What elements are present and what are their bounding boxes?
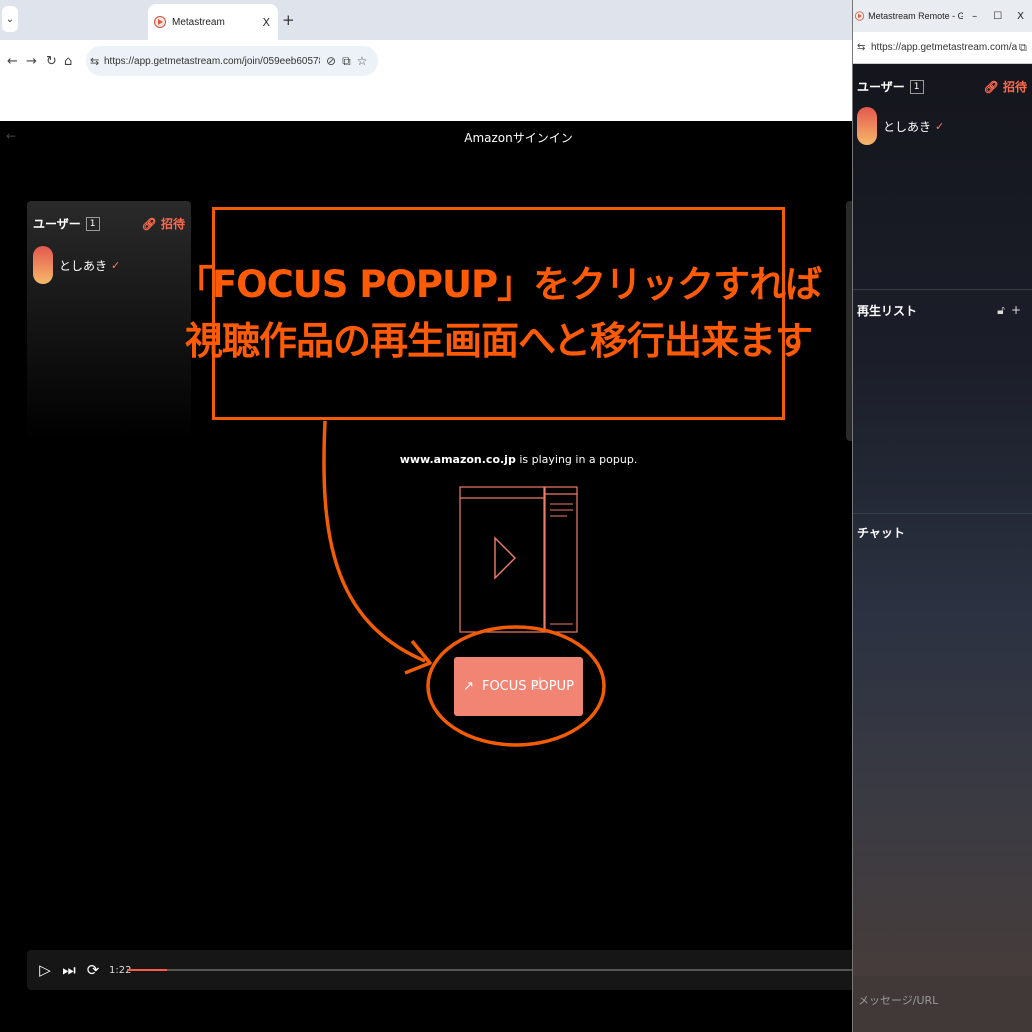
metastream-logo-icon: [154, 16, 166, 28]
chat-input[interactable]: メッセージ/URL: [853, 976, 1032, 1032]
remote-url-text: https://app.getmetastream.com/assets/...: [871, 42, 1017, 53]
skip-next-icon[interactable]: ⏭: [57, 961, 81, 979]
link-icon: 🔗︎: [983, 80, 999, 94]
page-content: ← Amazonサインイン ユーザー 1 🔗︎ 招待 としあき ✓ 「FOCUS…: [0, 121, 852, 1032]
remote-users-section: ユーザー 1 🔗︎ 招待 としあき ✓: [853, 64, 1032, 290]
remote-user-name: としあき: [883, 119, 932, 134]
site-info-icon[interactable]: ⇆: [90, 55, 104, 68]
remote-users-heading: ユーザー: [857, 80, 905, 94]
site-info-icon[interactable]: ⇆: [857, 42, 871, 53]
back-arrow-icon[interactable]: ←: [7, 54, 18, 69]
minimize-button[interactable]: –: [963, 11, 986, 22]
browser-toolbar: ← → ↻ ⌂ ⇆ https://app.getmetastream.com/…: [0, 40, 852, 121]
no-tracking-icon[interactable]: ⊘: [326, 54, 336, 68]
bookmark-star-icon[interactable]: ☆: [357, 54, 368, 68]
chevron-down-icon[interactable]: ⌄: [2, 6, 18, 32]
player-controls: ▷ ⏭ ⟳ 1:22: [27, 950, 852, 990]
playlist-heading: 再生リスト: [857, 304, 918, 318]
avatar: [857, 107, 877, 145]
tab-title: Metastream: [172, 16, 225, 28]
reload-icon[interactable]: ↻: [46, 54, 57, 69]
chat-placeholder: メッセージ/URL: [858, 994, 939, 1007]
tab-metastream[interactable]: Metastream X: [148, 4, 278, 40]
url-text: https://app.getmetastream.com/join/059ee…: [104, 55, 320, 67]
chat-heading: チャット: [857, 526, 905, 540]
tab-close-button[interactable]: X: [262, 16, 270, 29]
remote-titlebar: Metastream Remote - Google... – ☐ X: [853, 0, 1032, 32]
maximize-button[interactable]: ☐: [986, 11, 1009, 22]
lock-icon[interactable]: 🔓︎: [997, 303, 1011, 317]
open-external-icon[interactable]: ⧉: [342, 54, 351, 69]
remote-user-count-badge: 1: [909, 79, 924, 94]
address-bar[interactable]: ⇆ https://app.getmetastream.com/join/059…: [86, 46, 378, 76]
open-external-icon[interactable]: ⧉: [1019, 41, 1027, 55]
remote-chat-section: チャット: [853, 514, 1032, 976]
home-icon[interactable]: ⌂: [64, 54, 72, 69]
close-window-button[interactable]: X: [1009, 11, 1032, 22]
seek-bar[interactable]: [127, 969, 852, 971]
new-tab-button[interactable]: +: [282, 11, 295, 29]
remote-playlist-section: 再生リスト 🔓︎+: [853, 290, 1032, 514]
forward-arrow-icon[interactable]: →: [26, 54, 37, 69]
tab-strip: ⌄ Metastream X +: [0, 0, 852, 40]
remote-window: Metastream Remote - Google... – ☐ X ⇆ ht…: [852, 0, 1032, 1032]
annotation-arrow-and-circle: [322, 420, 606, 747]
remote-invite-button[interactable]: 🔗︎ 招待: [984, 78, 1027, 95]
remote-address-bar[interactable]: ⇆ https://app.getmetastream.com/assets/.…: [853, 32, 1032, 64]
play-icon[interactable]: ▷: [33, 961, 57, 979]
seek-progress: [127, 969, 167, 971]
remote-user-list-item[interactable]: としあき ✓: [853, 95, 1032, 145]
repeat-icon[interactable]: ⟳: [81, 961, 105, 979]
remote-invite-label: 招待: [1002, 80, 1027, 94]
metastream-logo-icon: [855, 11, 865, 21]
remote-window-title: Metastream Remote - Google...: [868, 11, 964, 21]
verified-check-icon: ✓: [935, 119, 945, 133]
add-icon[interactable]: +: [1011, 303, 1027, 317]
